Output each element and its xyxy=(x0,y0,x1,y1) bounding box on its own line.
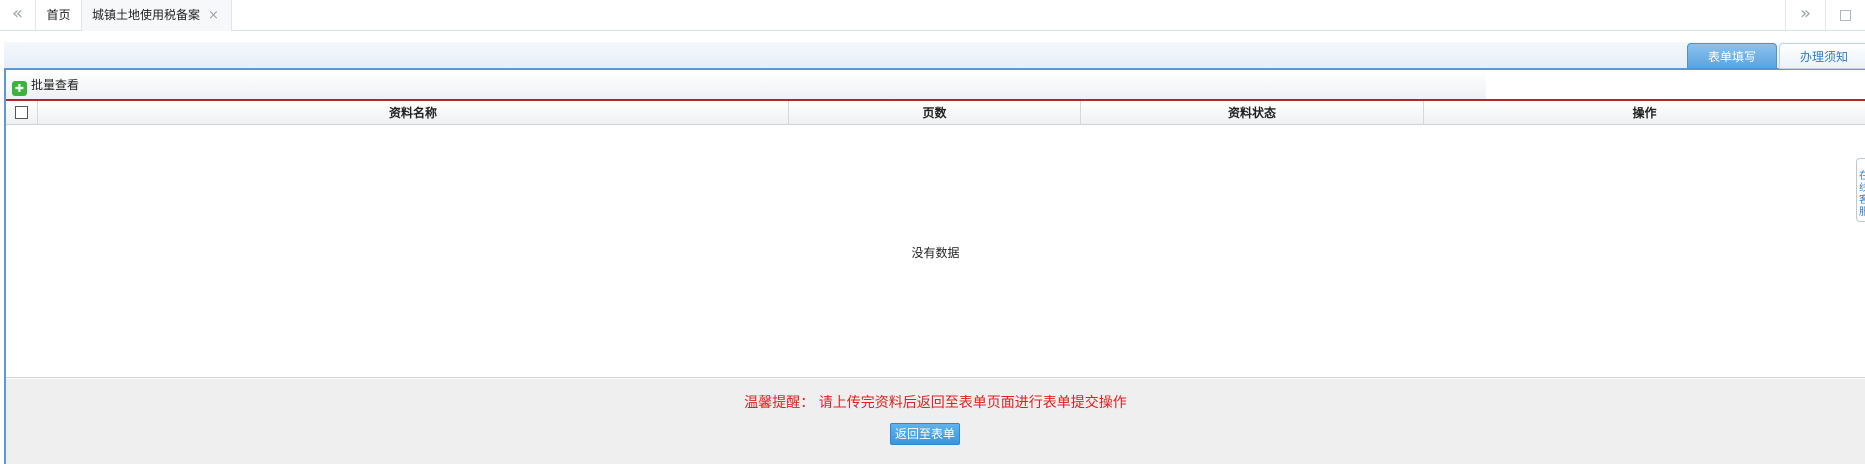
back-to-form-button[interactable]: 返回至表单 xyxy=(890,423,960,445)
batch-view-button[interactable]: ✚ 批量查看 xyxy=(12,76,80,96)
select-all-checkbox[interactable] xyxy=(15,106,28,119)
top-tab-bar: « 首页 城镇土地使用税备案 × » □ xyxy=(0,0,1865,31)
attachment-panel: ✚ 批量查看 资料名称 页数 资料状态 操作 没有数据 温馨提醒： 请上传完资料后… xyxy=(4,70,1865,464)
column-header-name[interactable]: 资料名称 xyxy=(38,101,789,125)
check-plus-icon: ✚ xyxy=(12,81,27,96)
empty-message: 没有数据 xyxy=(911,246,960,260)
close-icon[interactable]: × xyxy=(208,8,219,23)
tab-home[interactable]: 首页 xyxy=(36,0,82,31)
grid-toolbar: ✚ 批量查看 xyxy=(6,70,1486,99)
column-header-actions[interactable]: 操作 xyxy=(1424,101,1865,125)
form-subtab-bar: 表单填写 办理须知 xyxy=(4,42,1865,70)
batch-view-label: 批量查看 xyxy=(31,78,80,92)
grid-body: 没有数据 xyxy=(6,125,1865,378)
side-tab-label: 在线客服 xyxy=(1857,171,1865,219)
tab-form-fill[interactable]: 表单填写 xyxy=(1687,43,1777,69)
tab-label: 城镇土地使用税备案 xyxy=(92,8,201,22)
scroll-right-icon[interactable]: » xyxy=(1785,0,1825,31)
column-header-pages[interactable]: 页数 xyxy=(789,101,1081,125)
scroll-left-icon[interactable]: « xyxy=(0,0,36,31)
attachment-grid: 资料名称 页数 资料状态 操作 没有数据 xyxy=(6,99,1865,378)
footer-panel: 温馨提醒： 请上传完资料后返回至表单页面进行表单提交操作 返回至表单 xyxy=(6,379,1865,464)
maximize-icon[interactable]: □ xyxy=(1825,0,1865,31)
column-header-status[interactable]: 资料状态 xyxy=(1081,101,1424,125)
side-service-tab[interactable]: 在线客服 xyxy=(1856,158,1865,222)
reminder-text: 温馨提醒： 请上传完资料后返回至表单页面进行表单提交操作 xyxy=(744,395,1127,411)
header-checkbox-cell xyxy=(6,101,38,125)
tab-instructions[interactable]: 办理须知 xyxy=(1779,43,1865,69)
grid-header: 资料名称 页数 资料状态 操作 xyxy=(6,99,1865,125)
tab-land-use-tax-filing[interactable]: 城镇土地使用税备案 × xyxy=(82,0,232,31)
